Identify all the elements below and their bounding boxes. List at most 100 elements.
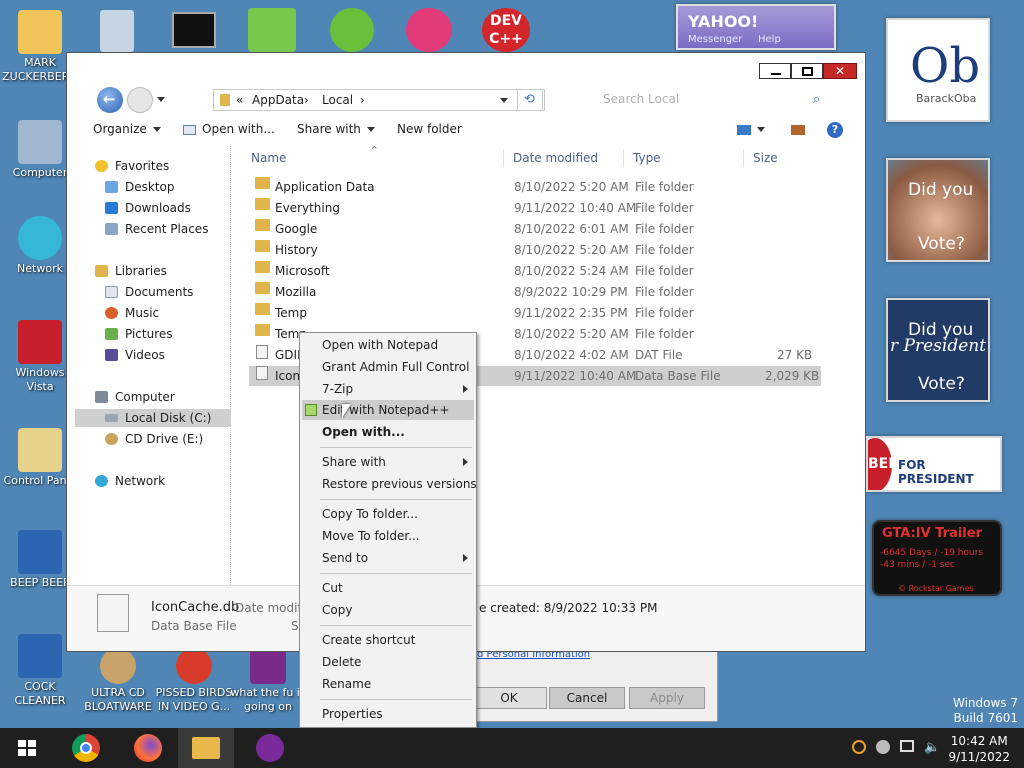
volume-icon[interactable]: 🔈: [924, 740, 940, 755]
history-dropdown-icon[interactable]: [157, 97, 165, 102]
preview-pane-button[interactable]: [791, 122, 805, 136]
maximize-button[interactable]: [791, 63, 823, 79]
desktop-icon-among-us[interactable]: [248, 8, 296, 52]
obama-gadget[interactable]: Ob BarackOba: [886, 18, 990, 122]
desktop-icon-what-the-fu[interactable]: what the fu is going on: [228, 648, 308, 714]
file-row[interactable]: Google 8/10/2022 6:01 AM File folder: [249, 219, 821, 239]
breadcrumb-overflow[interactable]: «: [236, 93, 243, 107]
file-row[interactable]: Mozilla 8/9/2022 10:29 PM File folder: [249, 282, 821, 302]
nav-favorites[interactable]: Favorites: [75, 157, 231, 175]
view-button[interactable]: [737, 122, 765, 136]
file-row[interactable]: Temp 9/11/2022 2:35 PM File folder: [249, 303, 821, 323]
menu-properties[interactable]: Properties: [302, 704, 474, 724]
nav-music[interactable]: Music: [75, 304, 231, 322]
nav-pictures[interactable]: Pictures: [75, 325, 231, 343]
search-input[interactable]: Search Local: [603, 92, 679, 106]
address-dropdown-icon[interactable]: [500, 98, 508, 103]
column-header-size[interactable]: Size: [753, 151, 778, 165]
recent-places-icon: [105, 223, 118, 235]
menu-create-shortcut[interactable]: Create shortcut: [302, 630, 474, 650]
tray-alert-icon[interactable]: [852, 740, 866, 754]
cancel-button[interactable]: Cancel: [549, 687, 625, 709]
column-header-type[interactable]: Type: [633, 151, 661, 165]
nav-computer[interactable]: Computer: [75, 388, 231, 406]
yahoo-help[interactable]: Help: [758, 34, 781, 45]
taskbar-explorer[interactable]: [178, 728, 234, 768]
menu-share-with[interactable]: Share with: [302, 452, 474, 472]
breadcrumb-appdata[interactable]: AppData: [252, 93, 304, 107]
search-box[interactable]: Search Local ⌕: [557, 89, 837, 111]
yahoo-messenger-gadget[interactable]: YAHOO! Messenger Help: [676, 4, 836, 50]
properties-dialog: d Personal Information OK Cancel Apply: [470, 648, 718, 722]
column-header-name[interactable]: Name: [251, 151, 286, 165]
nav-cd-drive[interactable]: CD Drive (E:): [75, 430, 231, 448]
ok-button[interactable]: OK: [471, 687, 547, 709]
nav-documents[interactable]: Documents: [75, 283, 231, 301]
address-bar[interactable]: « AppData › Local ›: [213, 89, 545, 111]
nav-network[interactable]: Network: [75, 472, 231, 490]
menu-cut[interactable]: Cut: [302, 578, 474, 598]
videos-icon: [105, 349, 118, 361]
taskbar-firefox[interactable]: [120, 728, 176, 768]
nav-libraries[interactable]: Libraries: [75, 262, 231, 280]
vote-gadget-president[interactable]: Did you r President Vote?: [886, 298, 990, 402]
help-button[interactable]: ?: [827, 122, 843, 138]
desktop-icon-bad-piggies[interactable]: [330, 8, 374, 52]
tray-minus-icon[interactable]: [876, 740, 890, 754]
nav-recent-places[interactable]: Recent Places: [75, 220, 231, 238]
nav-downloads[interactable]: Downloads: [75, 199, 231, 217]
menu-open-with-notepad[interactable]: Open with Notepad: [302, 335, 474, 355]
gta-trailer-gadget[interactable]: GTA:IV Trailer -6645 Days / -19 hours -4…: [872, 520, 1002, 596]
file-row[interactable]: Microsoft 8/10/2022 5:24 AM File folder: [249, 261, 821, 281]
file-row[interactable]: History 8/10/2022 5:20 AM File folder: [249, 240, 821, 260]
back-button[interactable]: ←: [97, 87, 123, 113]
taskbar-yahoo[interactable]: [242, 728, 298, 768]
close-button[interactable]: ✕: [823, 63, 857, 79]
new-folder-button[interactable]: New folder: [397, 122, 462, 136]
menu-edit-with-notepadpp[interactable]: Edit with Notepad++: [302, 400, 474, 420]
nav-local-disk[interactable]: Local Disk (C:): [75, 409, 231, 427]
desktop-icon-ultra-cd-bloatware[interactable]: ULTRA CD BLOATWARE: [78, 648, 158, 714]
desktop-icon-gear-app[interactable]: [100, 10, 134, 52]
desktop-icon-pissed-birds[interactable]: PISSED BIRDS IN VIDEO G...: [154, 648, 234, 714]
menu-copy-to-folder[interactable]: Copy To folder...: [302, 504, 474, 524]
start-button[interactable]: [0, 728, 56, 768]
open-with-button[interactable]: Open with...: [183, 122, 275, 136]
column-header-date[interactable]: Date modified: [513, 151, 598, 165]
organize-button[interactable]: Organize: [93, 122, 161, 136]
forward-button[interactable]: [127, 87, 153, 113]
desktop-icon-command-prompt[interactable]: [172, 12, 216, 48]
title-bar[interactable]: ✕: [67, 53, 865, 83]
menu-7zip[interactable]: 7-Zip: [302, 379, 474, 399]
breadcrumb-local[interactable]: Local: [322, 93, 353, 107]
menu-copy[interactable]: Copy: [302, 600, 474, 620]
column-divider[interactable]: [623, 149, 624, 167]
apply-button[interactable]: Apply: [629, 687, 705, 709]
music-icon: [105, 307, 118, 319]
minimize-button[interactable]: [759, 63, 791, 79]
menu-grant-admin[interactable]: Grant Admin Full Control: [302, 357, 474, 377]
menu-move-to-folder[interactable]: Move To folder...: [302, 526, 474, 546]
file-row[interactable]: Everything 9/11/2022 10:40 AM File folder: [249, 198, 821, 218]
huckabee-gadget[interactable]: BEE FOR PRESIDENT: [866, 436, 1002, 492]
share-with-button[interactable]: Share with: [297, 122, 375, 136]
column-divider[interactable]: [743, 149, 744, 167]
action-center-icon[interactable]: [900, 740, 914, 752]
menu-open-with[interactable]: Open with...: [302, 422, 474, 442]
nav-desktop[interactable]: Desktop: [75, 178, 231, 196]
nav-videos[interactable]: Videos: [75, 346, 231, 364]
yahoo-messenger-icon: [256, 734, 284, 762]
menu-restore-versions[interactable]: Restore previous versions: [302, 474, 477, 494]
desktop-icon-dev-cpp[interactable]: DEV C++: [482, 8, 530, 52]
file-row[interactable]: Application Data 8/10/2022 5:20 AM File fo…: [249, 177, 821, 197]
menu-rename[interactable]: Rename: [302, 674, 474, 694]
taskbar-chrome[interactable]: [58, 728, 114, 768]
vote-gadget-face[interactable]: Did you Vote?: [886, 158, 990, 262]
refresh-button[interactable]: ⟲: [517, 89, 543, 111]
column-divider[interactable]: [503, 149, 504, 167]
desktop-icon-pinball[interactable]: [406, 8, 452, 52]
clock[interactable]: 10:42 AM 9/11/2022: [948, 733, 1010, 765]
menu-delete[interactable]: Delete: [302, 652, 474, 672]
search-icon: ⌕: [813, 92, 821, 107]
menu-send-to[interactable]: Send to: [302, 548, 474, 568]
